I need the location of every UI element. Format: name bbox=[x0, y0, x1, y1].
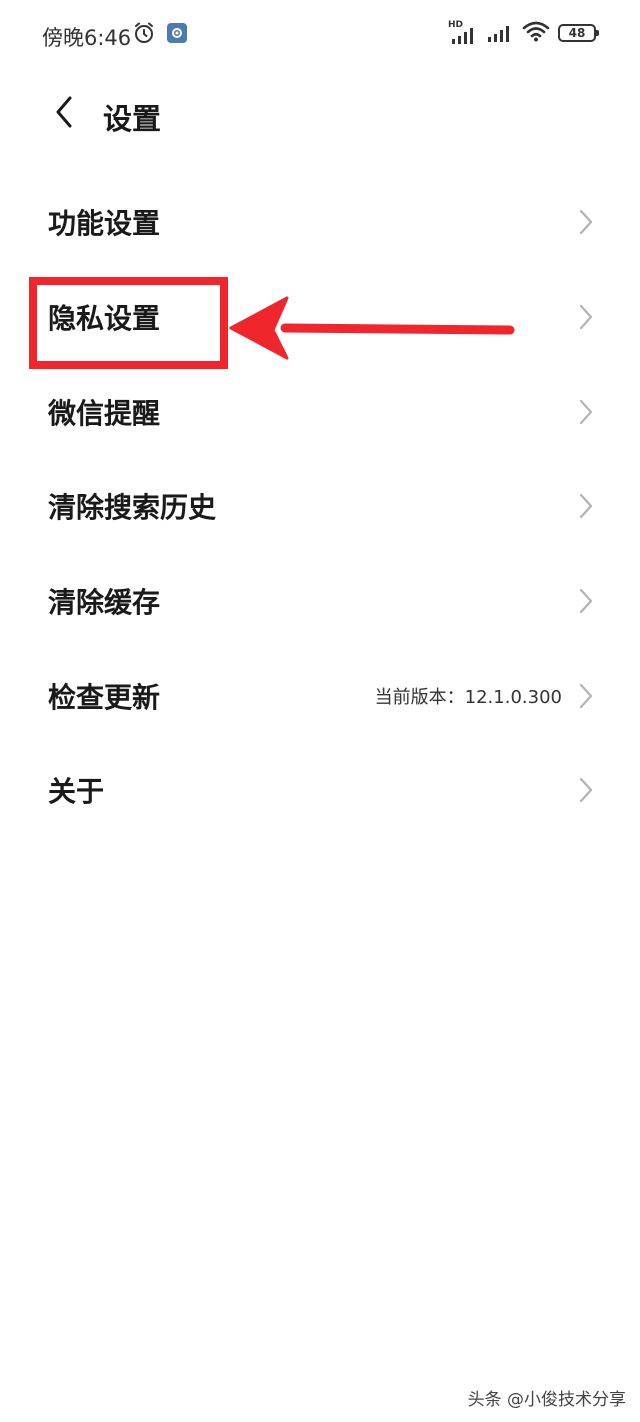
chevron-right-icon bbox=[576, 586, 596, 616]
chevron-right-icon bbox=[576, 491, 596, 521]
item-label: 清除搜索历史 bbox=[48, 491, 217, 525]
settings-item-feature-settings[interactable]: 功能设置 bbox=[0, 175, 640, 270]
chevron-right-icon bbox=[576, 681, 596, 711]
settings-item-check-update[interactable]: 检查更新 当前版本：12.1.0.300 bbox=[0, 648, 640, 743]
chevron-right-icon bbox=[576, 302, 596, 332]
status-icons-left bbox=[132, 21, 188, 49]
page-title: 设置 bbox=[103, 102, 162, 136]
chevron-right-icon bbox=[576, 397, 596, 427]
annotation-highlight-box bbox=[29, 277, 228, 369]
current-version-value: 当前版本：12.1.0.300 bbox=[374, 686, 562, 708]
header: 设置 bbox=[0, 80, 640, 150]
alarm-icon bbox=[132, 21, 156, 49]
battery-icon: 48 bbox=[558, 24, 599, 42]
chevron-left-icon bbox=[53, 95, 75, 133]
cellular-signal-hd-icon: HD bbox=[448, 20, 478, 44]
app-notification-icon bbox=[166, 22, 188, 48]
status-time: 傍晚6:46 bbox=[42, 26, 132, 50]
item-label: 关于 bbox=[48, 775, 105, 809]
status-bar: 傍晚6:46 HD 48 bbox=[0, 0, 640, 70]
back-button[interactable] bbox=[44, 94, 84, 134]
settings-item-about[interactable]: 关于 bbox=[0, 743, 640, 838]
item-label: 清除缓存 bbox=[48, 586, 161, 620]
item-label: 微信提醒 bbox=[48, 396, 161, 430]
battery-level: 48 bbox=[568, 26, 586, 40]
annotation-arrow-icon bbox=[225, 292, 520, 366]
settings-item-wechat-reminder[interactable]: 微信提醒 bbox=[0, 364, 640, 459]
chevron-right-icon bbox=[576, 775, 596, 805]
settings-list: 功能设置 隐私设置 微信提醒 清除搜索历史 清除缓存 检查更新 当前版本：12.… bbox=[0, 175, 640, 838]
status-icons-right: HD 48 bbox=[448, 20, 599, 46]
cellular-signal-icon bbox=[486, 20, 514, 46]
chevron-right-icon bbox=[576, 207, 596, 237]
watermark: 头条 @小俊技术分享 bbox=[467, 1390, 626, 1410]
settings-item-clear-search-history[interactable]: 清除搜索历史 bbox=[0, 459, 640, 554]
wifi-icon bbox=[522, 20, 550, 46]
item-label: 功能设置 bbox=[48, 207, 161, 241]
item-label: 检查更新 bbox=[48, 680, 161, 714]
settings-item-clear-cache[interactable]: 清除缓存 bbox=[0, 554, 640, 649]
